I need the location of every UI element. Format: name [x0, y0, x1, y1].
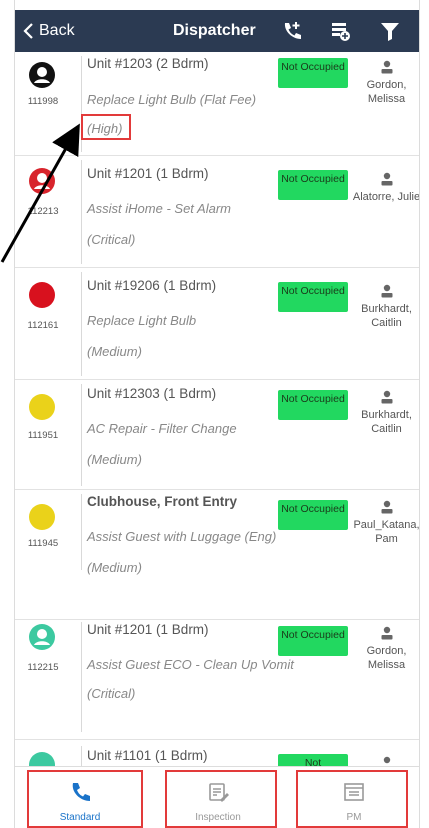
- back-label: Back: [39, 22, 75, 39]
- work-order-row[interactable]: 111945 Clubhouse, Front Entry Assist Gue…: [15, 490, 420, 620]
- work-order-row[interactable]: 111998 Unit #1203 (2 Bdrm) Replace Light…: [15, 52, 419, 156]
- priority-dot: [29, 752, 55, 766]
- assignee-name: Gordon, Melissa: [366, 79, 407, 105]
- status-badge: Not Occupied: [278, 170, 348, 200]
- row-divider: [81, 494, 82, 570]
- person-icon: [381, 500, 392, 514]
- task-description: Assist iHome - Set Alarm: [87, 201, 231, 216]
- row-divider: [81, 384, 82, 486]
- assignee[interactable]: Alatorre, Julie: [352, 172, 420, 204]
- row-divider: [81, 160, 82, 264]
- task-description: Replace Light Bulb (Flat Fee): [87, 92, 257, 107]
- status-badge: Not Occupied: [278, 500, 348, 530]
- priority-label: (Medium): [87, 452, 142, 467]
- work-order-row[interactable]: 111951 Unit #12303 (1 Bdrm) AC Repair - …: [15, 380, 419, 490]
- work-order-id: 111945: [27, 538, 59, 549]
- task-description: AC Repair - Filter Change: [87, 421, 237, 436]
- unit-label: Clubhouse, Front Entry: [87, 494, 237, 509]
- work-order-id: 111951: [27, 430, 59, 441]
- work-order-id: 111998: [27, 96, 59, 107]
- assignee-name: Alatorre, Julie: [352, 191, 420, 203]
- priority-label: (Critical): [87, 686, 136, 701]
- priority-dot: [29, 394, 55, 420]
- priority-label: (Critical): [87, 232, 136, 247]
- back-button[interactable]: Back: [23, 22, 75, 40]
- priority-dot: [29, 504, 55, 530]
- filter-icon[interactable]: [379, 20, 401, 42]
- chevron-left-icon: [23, 23, 33, 39]
- status-badge: Not Occupied: [278, 626, 348, 656]
- assignee-name: Burkhardt, Caitlin: [361, 303, 412, 329]
- assignee-name: Gordon, Melissa: [366, 645, 407, 671]
- work-order-id: 112215: [27, 662, 59, 673]
- unit-label: Unit #1203 (2 Bdrm): [87, 56, 209, 71]
- work-order-id: 112161: [27, 320, 59, 331]
- user-icon: [29, 62, 55, 88]
- unit-label: Unit #1201 (1 Bdrm): [87, 622, 209, 637]
- priority-avatar: [29, 624, 55, 650]
- assignee[interactable]: [352, 756, 419, 766]
- assignee[interactable]: Burkhardt, Caitlin: [352, 390, 419, 436]
- status-badge: Not: [278, 754, 348, 766]
- person-icon: [383, 756, 390, 764]
- user-icon: [29, 168, 55, 194]
- work-order-row[interactable]: 112215 Unit #1201 (1 Bdrm) Assist Guest …: [15, 620, 419, 740]
- assignee[interactable]: Gordon, Melissa: [352, 60, 419, 106]
- task-description: Assist Guest ECO - Clean Up Vomit: [87, 657, 294, 672]
- assignee[interactable]: Burkhardt, Caitlin: [352, 284, 419, 330]
- unit-label: Unit #1101 (1 Bdrm): [87, 748, 208, 763]
- list-add-icon[interactable]: [329, 20, 351, 42]
- unit-label: Unit #19206 (1 Bdrm): [87, 278, 217, 293]
- user-icon: [29, 624, 55, 650]
- annotation-highlight-box: [27, 770, 143, 828]
- unit-label: Unit #12303 (1 Bdrm): [87, 386, 217, 401]
- person-icon: [381, 390, 392, 404]
- priority-avatar: [29, 62, 55, 88]
- work-order-row[interactable]: 112161 Unit #19206 (1 Bdrm) Replace Ligh…: [15, 268, 419, 380]
- person-icon: [381, 172, 392, 186]
- annotation-highlight-box: [296, 770, 408, 828]
- priority-label: (Medium): [87, 344, 142, 359]
- task-description: Replace Light Bulb: [87, 313, 197, 328]
- row-divider: [81, 622, 82, 732]
- phone-add-icon[interactable]: [281, 20, 303, 42]
- unit-label: Unit #1201 (1 Bdrm): [87, 166, 209, 181]
- person-icon: [381, 60, 392, 74]
- page-title: Dispatcher: [173, 22, 256, 39]
- work-order-id: 112213: [27, 206, 59, 217]
- assignee-name: Paul_Katana, Pam: [353, 519, 420, 545]
- status-badge: Not Occupied: [278, 282, 348, 312]
- nav-header: Back Dispatcher: [15, 10, 419, 52]
- work-order-row[interactable]: 112213 Unit #1201 (1 Bdrm) Assist iHome …: [15, 156, 420, 268]
- assignee[interactable]: Gordon, Melissa: [352, 626, 419, 672]
- assignee-name: Burkhardt, Caitlin: [361, 409, 412, 435]
- row-divider: [81, 746, 82, 766]
- person-icon: [381, 284, 392, 298]
- annotation-highlight-box: [165, 770, 277, 828]
- task-description: Assist Guest with Luggage (Eng): [87, 529, 277, 544]
- assignee[interactable]: Paul_Katana, Pam: [352, 500, 420, 546]
- row-divider: [81, 272, 82, 376]
- person-icon: [381, 626, 392, 640]
- app-frame: Back Dispatcher 111998 Unit #1203 (2 Bdr…: [14, 0, 420, 828]
- work-order-row[interactable]: Unit #1101 (1 Bdrm) Not: [15, 740, 419, 766]
- annotation-highlight-box: [81, 114, 131, 140]
- priority-label: (Medium): [87, 560, 142, 575]
- priority-dot: [29, 282, 55, 308]
- priority-avatar: [29, 168, 55, 194]
- work-order-list[interactable]: 111998 Unit #1203 (2 Bdrm) Replace Light…: [15, 52, 420, 766]
- status-badge: Not Occupied: [278, 390, 348, 420]
- status-badge: Not Occupied: [278, 58, 348, 88]
